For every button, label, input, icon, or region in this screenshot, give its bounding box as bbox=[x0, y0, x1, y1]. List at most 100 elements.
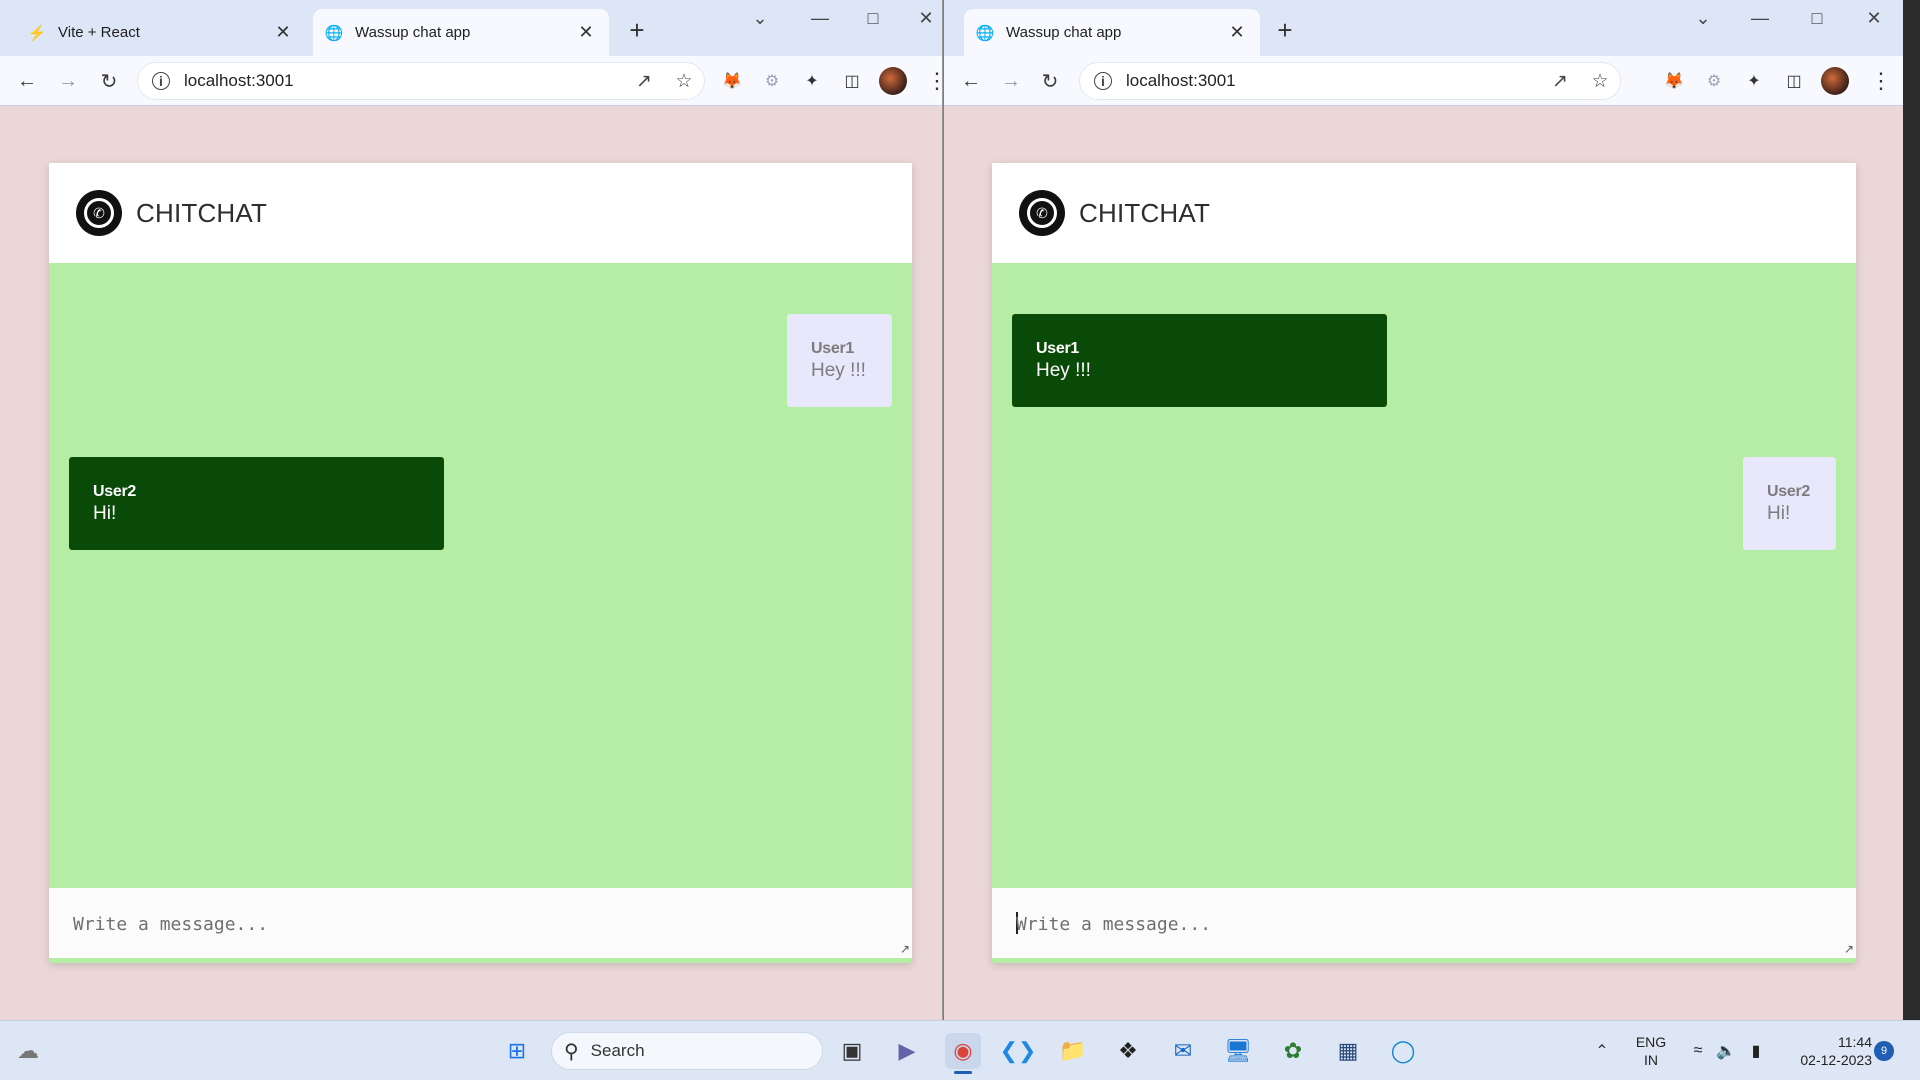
new-tab-button[interactable]: + bbox=[623, 15, 651, 45]
message-list: User1 Hey !!! User2 Hi! bbox=[992, 263, 1856, 888]
bookmark-star-icon[interactable]: ☆ bbox=[664, 70, 704, 93]
file-explorer-icon[interactable]: 📁 bbox=[1055, 1033, 1091, 1069]
back-arrow-icon[interactable]: ← bbox=[958, 68, 984, 94]
close-tab-icon[interactable]: ✕ bbox=[1226, 22, 1248, 44]
metamask-extension-icon[interactable]: 🦊 bbox=[1662, 69, 1686, 93]
maximize-button[interactable]: □ bbox=[1797, 8, 1837, 29]
minimize-button[interactable]: — bbox=[800, 8, 840, 29]
message-input-placeholder: Write a message... bbox=[73, 914, 269, 935]
browser-window-right: 🌐 Wassup chat app ✕ + ⌄ — □ ✕ ← → ↻ i lo… bbox=[943, 0, 1903, 1020]
new-tab-button[interactable]: + bbox=[1271, 15, 1299, 45]
app-brand: CHITCHAT bbox=[1079, 197, 1211, 228]
minimize-button[interactable]: — bbox=[1740, 8, 1780, 29]
background-app-edge bbox=[1903, 0, 1920, 1020]
battery-icon[interactable]: ▮ bbox=[1738, 1033, 1774, 1069]
message-bubble: User2 Hi! bbox=[69, 457, 444, 550]
react-devtools-icon[interactable]: ⚙ bbox=[760, 69, 784, 93]
search-icon: ⚲ bbox=[564, 1040, 579, 1063]
message-bubble: User1 Hey !!! bbox=[1012, 314, 1387, 407]
active-app-indicator bbox=[954, 1071, 972, 1074]
close-tab-icon[interactable]: ✕ bbox=[575, 22, 597, 44]
taskbar: ☁ ⊞ ⚲ Search ▣ ▶ ◉ ❮❯ 📁 ❖ ✉ 🖥 ✿ ▦ ◯ ⌃ EN… bbox=[0, 1020, 1920, 1080]
message-username: User1 bbox=[1036, 340, 1079, 357]
language-indicator[interactable]: ENG IN bbox=[1628, 1033, 1674, 1069]
message-list: User1 Hey !!! User2 Hi! bbox=[49, 263, 912, 888]
reload-icon[interactable]: ↻ bbox=[96, 68, 122, 94]
tab-strip: ⚡ Vite + React ✕ 🌐 Wassup chat app ✕ + ⌄… bbox=[0, 0, 942, 56]
message-text: Hey !!! bbox=[1036, 360, 1091, 381]
resize-grip-icon[interactable]: ↗ bbox=[1844, 942, 1854, 956]
chat-header: ✆ CHITCHAT bbox=[992, 163, 1856, 263]
metamask-extension-icon[interactable]: 🦊 bbox=[720, 69, 744, 93]
share-icon[interactable]: ↗ bbox=[1540, 70, 1580, 93]
tab-wassup-chat[interactable]: 🌐 Wassup chat app ✕ bbox=[964, 9, 1260, 56]
maximize-button[interactable]: □ bbox=[853, 8, 893, 29]
close-tab-icon[interactable]: ✕ bbox=[272, 22, 294, 44]
bookmark-star-icon[interactable]: ☆ bbox=[1580, 70, 1620, 93]
mail-icon[interactable]: ✉ bbox=[1165, 1033, 1201, 1069]
app-brand: CHITCHAT bbox=[136, 197, 268, 228]
tab-search-chevron-icon[interactable]: ⌄ bbox=[740, 8, 780, 29]
teams-chat-icon[interactable]: ▶ bbox=[889, 1033, 925, 1069]
tab-strip: 🌐 Wassup chat app ✕ + ⌄ — □ ✕ bbox=[944, 0, 1903, 56]
vite-icon: ⚡ bbox=[27, 24, 47, 42]
site-info-icon[interactable]: i bbox=[1094, 72, 1112, 90]
site-info-icon[interactable]: i bbox=[152, 72, 170, 90]
chrome-taskbar-icon[interactable]: ◉ bbox=[945, 1033, 981, 1069]
message-input-placeholder: Write a message... bbox=[1016, 914, 1212, 935]
side-panel-icon[interactable]: ◫ bbox=[840, 69, 864, 93]
tab-search-chevron-icon[interactable]: ⌄ bbox=[1683, 8, 1723, 29]
clock[interactable]: 11:44 02-12-2023 bbox=[1782, 1033, 1872, 1069]
message-text: Hi! bbox=[93, 503, 117, 524]
react-devtools-icon[interactable]: ⚙ bbox=[1702, 69, 1726, 93]
weather-widget-icon[interactable]: ☁ bbox=[10, 1033, 46, 1069]
notification-badge[interactable]: 9 bbox=[1874, 1041, 1894, 1061]
reload-icon[interactable]: ↻ bbox=[1037, 68, 1063, 94]
windows-start-icon[interactable]: ⊞ bbox=[499, 1033, 535, 1069]
address-bar[interactable]: i localhost:3001 ↗ ☆ bbox=[137, 62, 705, 100]
taskbar-search-placeholder: Search bbox=[590, 1041, 645, 1060]
resize-grip-icon[interactable]: ↗ bbox=[900, 942, 910, 956]
message-username: User2 bbox=[1767, 483, 1810, 500]
dropbox-icon[interactable]: ❖ bbox=[1110, 1033, 1146, 1069]
extensions-puzzle-icon[interactable]: ✦ bbox=[1742, 69, 1766, 93]
taskbar-search[interactable]: ⚲ Search bbox=[551, 1032, 823, 1070]
message-text: Hey !!! bbox=[811, 360, 866, 381]
forward-arrow-icon[interactable]: → bbox=[998, 68, 1024, 94]
browser-toolbar: ← → ↻ i localhost:3001 ↗ ☆ 🦊 ⚙ ✦ ◫ ⋮ bbox=[944, 56, 1903, 106]
address-bar[interactable]: i localhost:3001 ↗ ☆ bbox=[1079, 62, 1621, 100]
globe-icon: 🌐 bbox=[324, 24, 344, 42]
whatsapp-logo-icon: ✆ bbox=[76, 190, 122, 236]
menu-kebab-icon[interactable]: ⋮ bbox=[1870, 67, 1892, 95]
message-text: Hi! bbox=[1767, 503, 1791, 524]
forward-arrow-icon[interactable]: → bbox=[55, 68, 81, 94]
tab-wassup-chat[interactable]: 🌐 Wassup chat app ✕ bbox=[313, 9, 609, 56]
message-bubble: User1 Hey !!! bbox=[787, 314, 892, 407]
browser-window-left: ⚡ Vite + React ✕ 🌐 Wassup chat app ✕ + ⌄… bbox=[0, 0, 943, 1020]
mongodb-compass-icon[interactable]: ✿ bbox=[1275, 1033, 1311, 1069]
extensions-puzzle-icon[interactable]: ✦ bbox=[800, 69, 824, 93]
close-window-button[interactable]: ✕ bbox=[1854, 8, 1894, 29]
edge-browser-icon[interactable]: ◯ bbox=[1385, 1033, 1421, 1069]
side-panel-icon[interactable]: ◫ bbox=[1782, 69, 1806, 93]
message-input[interactable]: Write a message... ↗ bbox=[49, 888, 912, 963]
vscode-icon[interactable]: ❮❯ bbox=[1000, 1033, 1037, 1069]
remote-desktop-icon[interactable]: 🖥 bbox=[1220, 1033, 1256, 1069]
chat-app: ✆ CHITCHAT User1 Hey !!! User2 Hi! Write… bbox=[992, 163, 1856, 963]
menu-kebab-icon[interactable]: ⋮ bbox=[926, 67, 942, 95]
mysql-workbench-icon[interactable]: ▦ bbox=[1330, 1033, 1366, 1069]
message-username: User2 bbox=[93, 483, 136, 500]
chat-app: ✆ CHITCHAT User1 Hey !!! User2 Hi! Write… bbox=[49, 163, 912, 963]
close-window-button[interactable]: ✕ bbox=[906, 8, 942, 29]
globe-icon: 🌐 bbox=[975, 24, 995, 42]
task-view-icon[interactable]: ▣ bbox=[834, 1033, 870, 1069]
tray-chevron-up-icon[interactable]: ⌃ bbox=[1584, 1033, 1620, 1069]
whatsapp-logo-icon: ✆ bbox=[1019, 190, 1065, 236]
back-arrow-icon[interactable]: ← bbox=[14, 68, 40, 94]
profile-avatar[interactable] bbox=[879, 67, 907, 95]
tab-vite-react[interactable]: ⚡ Vite + React ✕ bbox=[16, 9, 306, 56]
message-bubble: User2 Hi! bbox=[1743, 457, 1836, 550]
share-icon[interactable]: ↗ bbox=[624, 70, 664, 93]
profile-avatar[interactable] bbox=[1821, 67, 1849, 95]
message-input[interactable]: Write a message... ↗ bbox=[992, 888, 1856, 963]
